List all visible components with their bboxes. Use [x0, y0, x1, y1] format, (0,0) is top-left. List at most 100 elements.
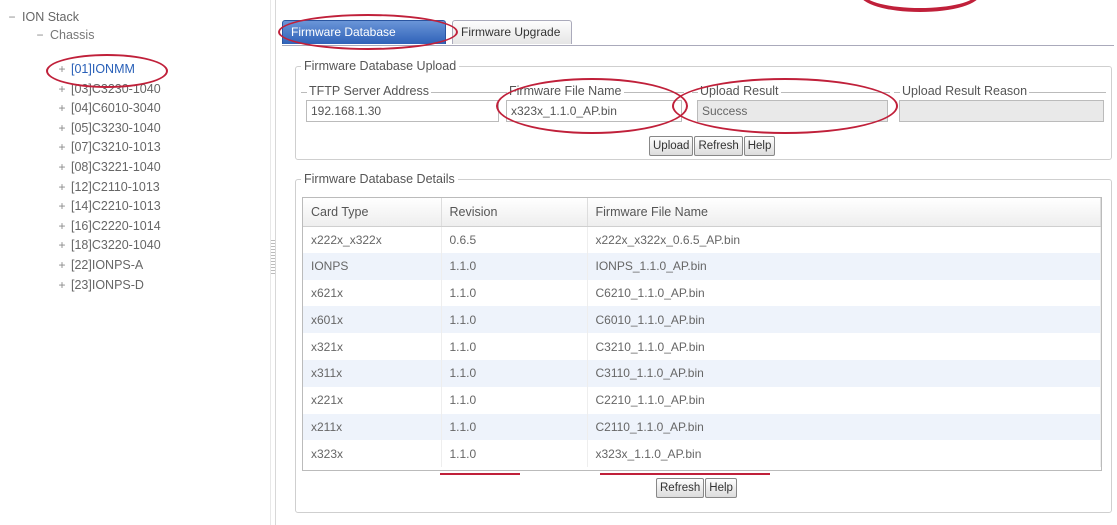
tree-item[interactable]: + [05]C3230-1040: [56, 118, 161, 138]
cell-firmware-file-name: x323x_1.1.0_AP.bin: [587, 440, 1101, 468]
cell-card-type: IONPS: [303, 252, 442, 280]
details-refresh-button[interactable]: Refresh: [656, 478, 705, 498]
firmware-file-name-field: Firmware File Name x323x_1.1.0_AP.bin: [501, 85, 684, 127]
cell-card-type: x621x: [303, 279, 442, 307]
tab-firmware-upgrade[interactable]: Firmware Upgrade: [452, 20, 572, 44]
expand-icon[interactable]: +: [56, 137, 68, 157]
expand-icon[interactable]: +: [56, 235, 68, 255]
table-row[interactable]: x221x 1.1.0 C2210_1.1.0_AP.bin: [303, 386, 1101, 414]
column-header-card-type[interactable]: Card Type: [303, 198, 442, 227]
upload-refresh-button[interactable]: Refresh: [694, 136, 743, 156]
cell-firmware-file-name: C6010_1.1.0_AP.bin: [587, 306, 1101, 334]
tree-item[interactable]: + [22]IONPS-A: [56, 255, 143, 275]
expand-icon[interactable]: +: [56, 59, 68, 79]
main-content: Firmware Database Firmware Upgrade Firmw…: [277, 0, 1117, 525]
upload-button[interactable]: Upload: [649, 136, 694, 156]
table-row[interactable]: x601x 1.1.0 C6010_1.1.0_AP.bin: [303, 306, 1101, 334]
table-row[interactable]: x621x 1.1.0 C6210_1.1.0_AP.bin: [303, 279, 1101, 307]
tree-item[interactable]: + [16]C2220-1014: [56, 216, 161, 236]
details-help-button[interactable]: Help: [705, 478, 737, 498]
cell-revision: 1.1.0: [441, 333, 588, 360]
tree-item-label[interactable]: [12]C2110-1013: [71, 180, 160, 194]
column-header-firmware-file-name[interactable]: Firmware File Name: [587, 198, 1101, 227]
tree-item-label[interactable]: [03]C3230-1040: [71, 82, 161, 96]
expand-icon[interactable]: +: [56, 79, 68, 99]
cell-card-type: x321x: [303, 333, 442, 360]
tree-item[interactable]: + [07]C3210-1013: [56, 137, 161, 157]
tftp-server-input[interactable]: 192.168.1.30: [306, 100, 499, 122]
tree-item-label[interactable]: [23]IONPS-D: [71, 278, 144, 292]
tree-item-label[interactable]: [14]C2210-1013: [71, 199, 161, 213]
expand-icon[interactable]: +: [56, 177, 68, 197]
expand-icon[interactable]: +: [56, 98, 68, 118]
panel-splitter[interactable]: [270, 0, 276, 525]
firmware-file-name-label: Firmware File Name: [507, 84, 624, 98]
upload-result-label: Upload Result: [698, 84, 781, 98]
cell-card-type: x211x: [303, 413, 442, 441]
upload-help-button[interactable]: Help: [743, 136, 776, 156]
tree-item[interactable]: + [01]IONMM: [56, 59, 135, 79]
tree-item[interactable]: + [08]C3221-1040: [56, 157, 161, 177]
tree-item[interactable]: + [12]C2110-1013: [56, 177, 160, 197]
tree-item[interactable]: + [14]C2210-1013: [56, 196, 161, 216]
tree-item-label[interactable]: [05]C3230-1040: [71, 121, 161, 135]
tree-item[interactable]: + [18]C3220-1040: [56, 235, 161, 255]
expand-icon[interactable]: +: [56, 216, 68, 236]
table-row[interactable]: x211x 1.1.0 C2110_1.1.0_AP.bin: [303, 413, 1101, 441]
firmware-file-name-input[interactable]: x323x_1.1.0_AP.bin: [506, 100, 682, 122]
expand-icon[interactable]: +: [56, 118, 68, 138]
tree-item-label[interactable]: [22]IONPS-A: [71, 258, 143, 272]
tree-root-label[interactable]: ION Stack: [22, 10, 79, 24]
firmware-database-upload-section: Firmware Database Upload TFTP Server Add…: [295, 59, 1112, 160]
table-row[interactable]: x321x 1.1.0 C3210_1.1.0_AP.bin: [303, 333, 1101, 360]
firmware-database-details-section: Firmware Database Details Card Type Revi…: [295, 172, 1112, 513]
cell-revision: 1.1.0: [441, 252, 588, 280]
collapse-icon[interactable]: −: [6, 7, 18, 27]
upload-result-reason-field: Upload Result Reason: [894, 85, 1106, 127]
tab-firmware-database[interactable]: Firmware Database: [282, 20, 446, 44]
tree-item-label[interactable]: [08]C3221-1040: [71, 160, 161, 174]
tree-panel: − ION Stack − Chassis + [01]IONMM + [03]C3230…: [0, 0, 262, 525]
tree-item[interactable]: + [23]IONPS-D: [56, 275, 144, 295]
cell-revision: 0.6.5: [441, 226, 588, 253]
table-row[interactable]: IONPS 1.1.0 IONPS_1.1.0_AP.bin: [303, 252, 1101, 280]
cell-revision: 1.1.0: [441, 386, 588, 414]
column-header-revision[interactable]: Revision: [441, 198, 588, 227]
expand-icon[interactable]: +: [56, 255, 68, 275]
firmware-table: Card Type Revision Firmware File Name x2…: [302, 197, 1102, 471]
expand-icon[interactable]: +: [56, 196, 68, 216]
table-row[interactable]: x222x_x322x 0.6.5 x222x_x322x_0.6.5_AP.bin: [303, 226, 1101, 253]
table-row[interactable]: x323x 1.1.0 x323x_1.1.0_AP.bin: [303, 440, 1101, 468]
upload-button-group: Upload Refresh Help: [649, 136, 776, 156]
cell-revision: 1.1.0: [441, 306, 588, 334]
cell-card-type: x221x: [303, 386, 442, 414]
table-row[interactable]: x311x 1.1.0 C3110_1.1.0_AP.bin: [303, 359, 1101, 387]
cell-firmware-file-name: IONPS_1.1.0_AP.bin: [587, 252, 1101, 280]
tftp-server-label: TFTP Server Address: [307, 84, 431, 98]
table-header-row: Card Type Revision Firmware File Name: [303, 198, 1101, 227]
cell-revision: 1.1.0: [441, 279, 588, 307]
cell-firmware-file-name: C3210_1.1.0_AP.bin: [587, 333, 1101, 360]
tree-chassis[interactable]: − Chassis: [34, 25, 94, 45]
tree-root[interactable]: − ION Stack: [6, 7, 79, 27]
collapse-icon[interactable]: −: [34, 25, 46, 45]
tree-item[interactable]: + [04]C6010-3040: [56, 98, 161, 118]
expand-icon[interactable]: +: [56, 157, 68, 177]
tree-item-label[interactable]: [16]C2220-1014: [71, 219, 161, 233]
details-button-group: Refresh Help: [656, 478, 738, 498]
tree-item-label[interactable]: [07]C3210-1013: [71, 140, 161, 154]
tree-item-label[interactable]: [01]IONMM: [71, 62, 135, 76]
tree-item[interactable]: + [03]C3230-1040: [56, 79, 161, 99]
details-section-title: Firmware Database Details: [301, 172, 458, 186]
expand-icon[interactable]: +: [56, 275, 68, 295]
cell-card-type: x323x: [303, 440, 442, 468]
cell-revision: 1.1.0: [441, 413, 588, 441]
tab-divider: [282, 45, 1114, 46]
upload-result-value: Success: [697, 100, 888, 122]
cell-revision: 1.1.0: [441, 359, 588, 387]
tree-item-label[interactable]: [18]C3220-1040: [71, 238, 161, 252]
upload-result-reason-value: [899, 100, 1104, 122]
cell-card-type: x601x: [303, 306, 442, 334]
tree-chassis-label[interactable]: Chassis: [50, 28, 94, 42]
tree-item-label[interactable]: [04]C6010-3040: [71, 101, 161, 115]
